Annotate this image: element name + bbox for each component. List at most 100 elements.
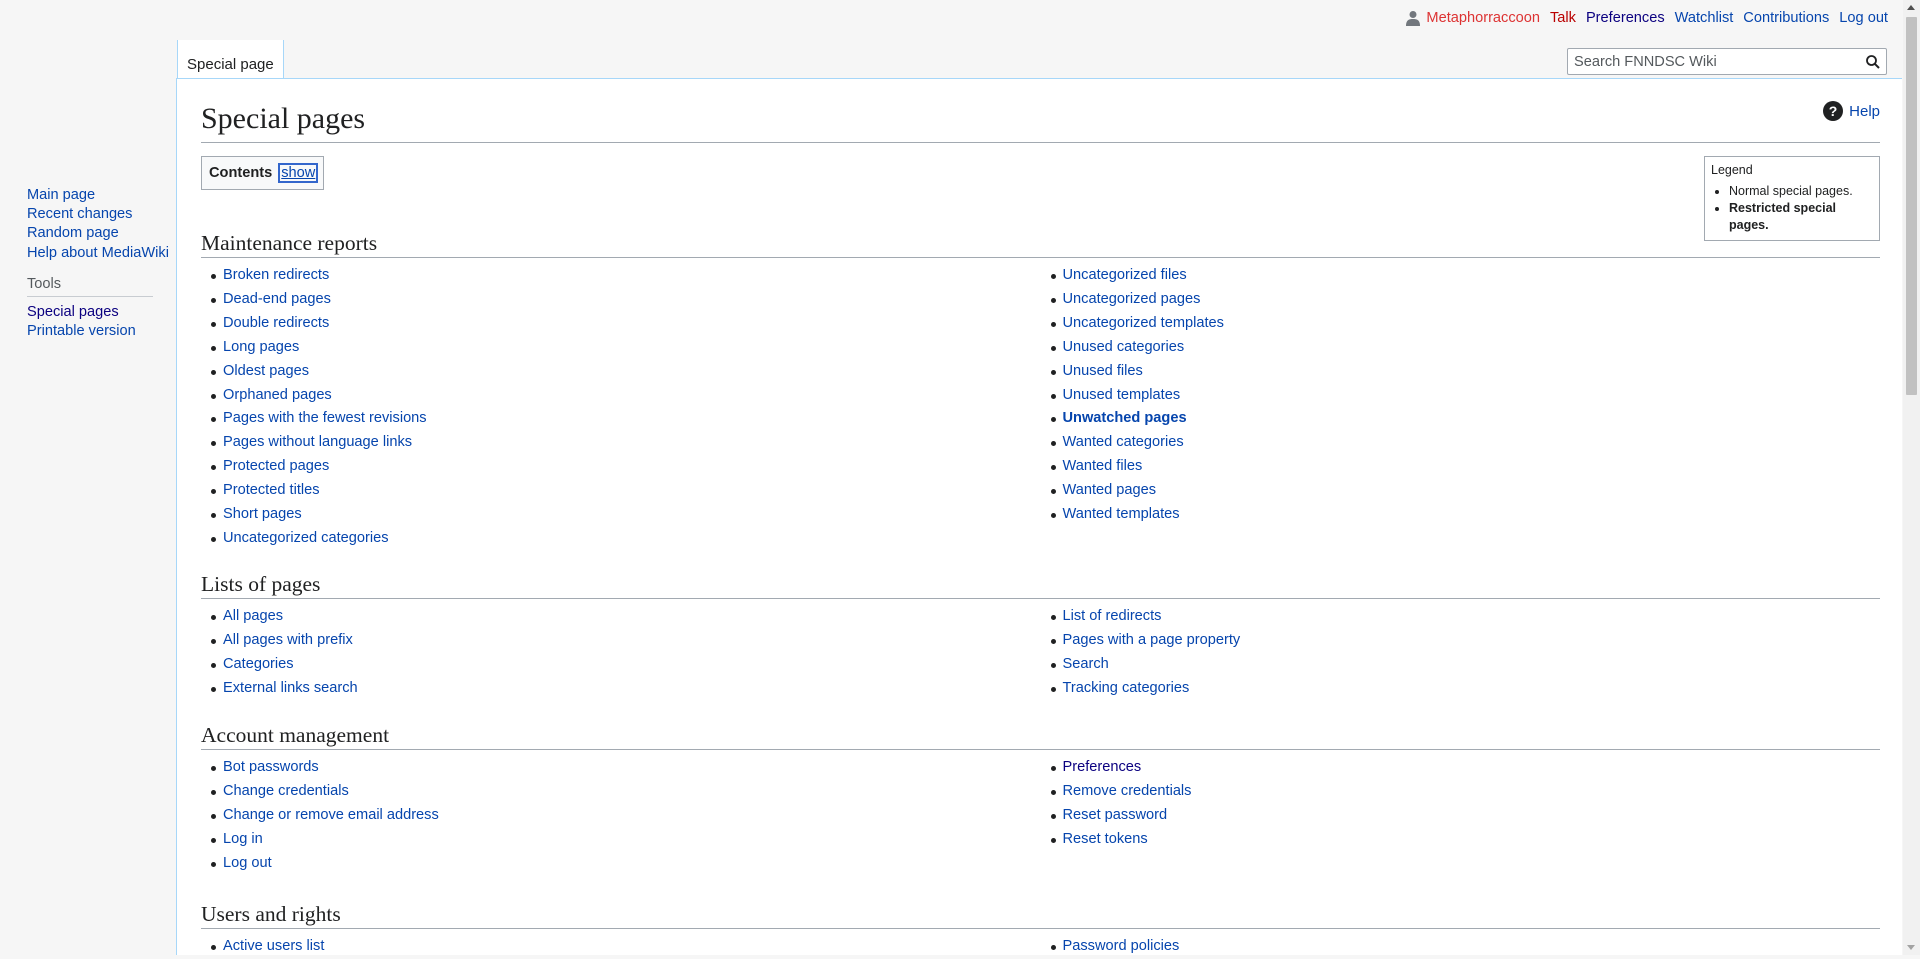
- special-page-link[interactable]: Pages without language links: [223, 434, 412, 450]
- list-item: Broken redirects: [211, 264, 1041, 288]
- list-item: Remove credentials: [1050, 780, 1881, 804]
- special-page-link[interactable]: Oldest pages: [223, 363, 309, 379]
- list-item: Bot passwords: [211, 756, 1041, 780]
- list-item: Reset tokens: [1050, 828, 1881, 852]
- special-page-link[interactable]: All pages: [223, 608, 283, 624]
- sidebar-item-help[interactable]: Help about MediaWiki: [27, 244, 169, 263]
- search-button[interactable]: [1860, 49, 1886, 74]
- special-page-link[interactable]: Search: [1063, 656, 1109, 672]
- list-item: Unused files: [1050, 360, 1881, 384]
- special-page-link[interactable]: Log in: [223, 831, 263, 847]
- personal-tools: Metaphorraccoon Talk Preferences Watchli…: [1406, 10, 1888, 26]
- special-page-link[interactable]: Uncategorized templates: [1063, 315, 1224, 331]
- legend-normal: Normal special pages.: [1729, 183, 1873, 200]
- special-page-link[interactable]: Uncategorized categories: [223, 530, 389, 546]
- special-page-link[interactable]: Unused templates: [1063, 387, 1181, 403]
- sidebar-link[interactable]: Main page: [27, 187, 95, 203]
- sidebar-link[interactable]: Printable version: [27, 323, 136, 339]
- special-page-link[interactable]: Uncategorized pages: [1063, 291, 1201, 307]
- special-page-link[interactable]: Categories: [223, 656, 294, 672]
- special-page-link[interactable]: Reset password: [1063, 807, 1168, 823]
- search-input[interactable]: [1568, 49, 1860, 74]
- special-page-link[interactable]: Uncategorized files: [1063, 267, 1187, 283]
- special-page-link[interactable]: Unused categories: [1063, 339, 1185, 355]
- sidebar-item-random-page[interactable]: Random page: [27, 224, 169, 243]
- search-icon: [1866, 54, 1880, 69]
- sidebar-item-special-pages[interactable]: Special pages: [27, 303, 136, 322]
- list-item: Log out: [211, 852, 1041, 876]
- list-item: Uncategorized pages: [1050, 288, 1881, 312]
- special-page-link[interactable]: Broken redirects: [223, 267, 329, 283]
- list-item: Tracking categories: [1050, 677, 1881, 701]
- help-icon: ?: [1823, 101, 1844, 121]
- special-page-link[interactable]: All pages with prefix: [223, 632, 353, 648]
- special-page-link[interactable]: Change or remove email address: [223, 807, 439, 823]
- special-page-link[interactable]: Unwatched pages: [1063, 410, 1187, 426]
- special-page-link[interactable]: Tracking categories: [1063, 680, 1190, 696]
- sidebar-link[interactable]: Recent changes: [27, 206, 132, 222]
- special-page-link[interactable]: Password policies: [1063, 938, 1180, 954]
- special-page-link[interactable]: Protected titles: [223, 482, 320, 498]
- list-item: Long pages: [211, 336, 1041, 360]
- sidebar-tools-heading: Tools: [27, 276, 153, 297]
- special-page-link[interactable]: Preferences: [1063, 759, 1142, 775]
- list-item: Categories: [211, 653, 1041, 677]
- sidebar-link[interactable]: Random page: [27, 225, 119, 241]
- sidebar-item-main-page[interactable]: Main page: [27, 186, 169, 205]
- preferences-link[interactable]: Preferences: [1586, 10, 1665, 26]
- sidebar-item-printable-version[interactable]: Printable version: [27, 322, 136, 341]
- special-page-link[interactable]: List of redirects: [1063, 608, 1162, 624]
- list-item: Preferences: [1050, 756, 1881, 780]
- scroll-down-icon[interactable]: [1907, 945, 1915, 950]
- logout-link[interactable]: Log out: [1839, 10, 1888, 26]
- sidebar-link[interactable]: Special pages: [27, 304, 119, 320]
- special-page-link[interactable]: Log out: [223, 855, 272, 871]
- watchlist-link[interactable]: Watchlist: [1675, 10, 1734, 26]
- namespace-tabs: Special page: [177, 40, 284, 78]
- list-item: All pages with prefix: [211, 629, 1041, 653]
- help-link[interactable]: Help: [1849, 103, 1880, 120]
- special-page-link[interactable]: Active users list: [223, 938, 324, 954]
- special-page-link[interactable]: Pages with the fewest revisions: [223, 410, 427, 426]
- section-heading: Lists of pages: [201, 570, 1880, 599]
- special-page-link[interactable]: Unused files: [1063, 363, 1143, 379]
- toc-toggle-link[interactable]: show: [278, 163, 319, 183]
- scrollbar-thumb[interactable]: [1906, 17, 1917, 395]
- list-item: Unused templates: [1050, 384, 1881, 408]
- content: Special pages ? Help Contents show Legen…: [176, 78, 1902, 955]
- special-page-link[interactable]: Reset tokens: [1063, 831, 1148, 847]
- sidebar-item-recent-changes[interactable]: Recent changes: [27, 205, 169, 224]
- sidebar-link[interactable]: Help about MediaWiki: [27, 245, 169, 261]
- vertical-scrollbar[interactable]: [1903, 0, 1920, 955]
- special-page-link[interactable]: Wanted templates: [1063, 506, 1180, 522]
- special-page-link[interactable]: Long pages: [223, 339, 299, 355]
- special-page-link[interactable]: Remove credentials: [1063, 783, 1192, 799]
- legend-title: Legend: [1711, 163, 1753, 177]
- list-item: Active users list: [211, 935, 1041, 959]
- section-users-and-rights: Users and rights Active users list Passw…: [201, 900, 1880, 959]
- user-page-link[interactable]: Metaphorraccoon: [1426, 10, 1540, 26]
- special-page-link[interactable]: Change credentials: [223, 783, 349, 799]
- search-box: [1567, 48, 1887, 75]
- special-page-link[interactable]: Protected pages: [223, 458, 329, 474]
- tab-special-page[interactable]: Special page: [177, 40, 284, 78]
- special-page-link[interactable]: Wanted pages: [1063, 482, 1157, 498]
- special-page-link[interactable]: Pages with a page property: [1063, 632, 1241, 648]
- list-item: Pages with the fewest revisions: [211, 407, 1041, 431]
- list-item: Reset password: [1050, 804, 1881, 828]
- special-page-link[interactable]: Wanted categories: [1063, 434, 1184, 450]
- talk-link[interactable]: Talk: [1550, 10, 1576, 26]
- special-page-link[interactable]: External links search: [223, 680, 358, 696]
- sidebar-navigation: Main page Recent changes Random page Hel…: [27, 186, 169, 263]
- special-page-link[interactable]: Double redirects: [223, 315, 329, 331]
- special-page-link[interactable]: Wanted files: [1063, 458, 1143, 474]
- special-page-link[interactable]: Orphaned pages: [223, 387, 332, 403]
- special-page-link[interactable]: Short pages: [223, 506, 302, 522]
- list-item: Protected titles: [211, 479, 1041, 503]
- help-link-container[interactable]: ? Help: [1823, 101, 1880, 121]
- scroll-up-icon[interactable]: [1907, 5, 1915, 10]
- special-page-link[interactable]: Bot passwords: [223, 759, 319, 775]
- special-page-link[interactable]: Dead-end pages: [223, 291, 331, 307]
- contributions-link[interactable]: Contributions: [1743, 10, 1829, 26]
- svg-text:?: ?: [1829, 103, 1838, 119]
